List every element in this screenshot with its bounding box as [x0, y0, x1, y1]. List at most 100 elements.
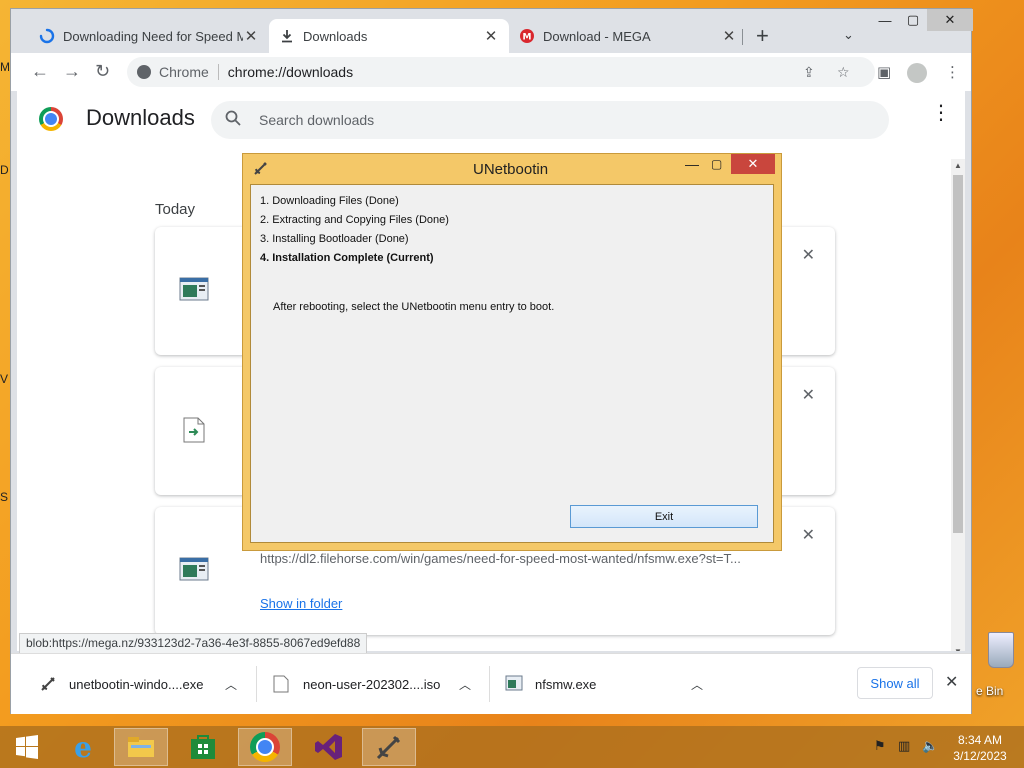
file-explorer-icon — [128, 737, 154, 757]
remove-download-close-icon[interactable]: ✕ — [802, 245, 815, 265]
tab-need-for-speed[interactable]: Downloading Need for Speed M ✕ — [29, 19, 269, 53]
mega-icon: M — [519, 28, 535, 44]
recycle-bin-icon — [988, 632, 1014, 668]
svg-text:M: M — [523, 33, 532, 43]
tab-downloads[interactable]: Downloads ✕ — [269, 19, 509, 53]
shelf-item-nfsmw[interactable]: nfsmw.exe ︿ — [505, 654, 725, 714]
downloads-header: Downloads Search downloads ⋮ — [17, 91, 965, 151]
desktop-icon-label: V — [0, 372, 9, 386]
progress-step: 3. Installing Bootloader (Done) — [260, 233, 409, 245]
page-scrollbar[interactable]: ▲ ▼ — [951, 159, 965, 651]
progress-step: 1. Downloading Files (Done) — [260, 195, 399, 207]
search-downloads-input[interactable]: Search downloads — [211, 101, 889, 139]
loading-spinner-icon — [39, 28, 55, 44]
tab-title: Downloading Need for Speed M — [63, 28, 243, 44]
scrollbar-thumb[interactable] — [953, 175, 963, 533]
shelf-item-unetbootin[interactable]: unetbootin-windo....exe ︿ — [39, 654, 239, 714]
recycle-bin-label: e Bin — [976, 684, 1004, 698]
ie-icon: e — [74, 730, 92, 764]
remove-download-close-icon[interactable]: ✕ — [802, 525, 815, 545]
browser-menu-icon[interactable]: ⋮ — [945, 63, 960, 81]
more-actions-icon[interactable]: ⋮ — [931, 103, 951, 123]
bookmark-star-icon[interactable]: ☆ — [837, 64, 850, 81]
chevron-up-icon[interactable]: ︿ — [459, 676, 471, 693]
tab-mega[interactable]: M Download - MEGA ✕ — [509, 19, 747, 53]
tab-divider — [742, 29, 743, 45]
search-icon — [225, 110, 243, 131]
taskbar-store[interactable] — [176, 728, 230, 766]
reload-icon[interactable]: ↻ — [95, 61, 110, 82]
taskbar-visual-studio[interactable] — [302, 728, 356, 766]
taskbar-ie[interactable]: e — [56, 728, 110, 766]
tab-close-icon[interactable]: ✕ — [483, 27, 499, 45]
clock-date: 3/12/2023 — [953, 749, 1007, 763]
omnibox-divider — [217, 64, 219, 80]
progress-step-current: 4. Installation Complete (Current) — [260, 252, 434, 264]
recycle-bin-desktop-icon[interactable]: e Bin — [976, 628, 1020, 698]
unetbootin-dialog: UNetbootin — ▢ ✕ 1. Downloading Files (D… — [242, 153, 782, 551]
tab-close-icon[interactable]: ✕ — [721, 27, 737, 45]
tab-strip: Downloading Need for Speed M ✕ Downloads… — [11, 9, 973, 53]
side-panel-icon[interactable]: ▣ — [877, 63, 891, 81]
unetbootin-icon — [39, 675, 57, 693]
shelf-file-name: neon-user-202302....iso — [303, 676, 441, 692]
chevron-up-icon[interactable]: ︿ — [225, 676, 237, 693]
minimize-icon[interactable]: — — [685, 156, 699, 172]
scroll-up-arrow-icon[interactable]: ▲ — [954, 161, 962, 170]
visual-studio-icon — [315, 734, 342, 760]
taskbar: e ⚑ ▥ 🔈 8:34 AM 3/12/2023 — [0, 726, 1024, 768]
taskbar-unetbootin[interactable] — [362, 728, 416, 766]
shelf-divider — [256, 666, 257, 702]
clock[interactable]: 8:34 AM 3/12/2023 — [952, 732, 1008, 764]
maximize-icon[interactable]: ▢ — [711, 157, 722, 171]
address-url: chrome://downloads — [227, 64, 354, 80]
address-bar[interactable]: Chrome chrome://downloads ⇪ ☆ — [127, 57, 875, 87]
maximize-icon[interactable]: ▢ — [899, 9, 927, 31]
close-dialog-icon[interactable]: ✕ — [731, 154, 775, 174]
tab-title: Downloads — [303, 28, 368, 44]
iso-file-icon — [273, 675, 291, 693]
close-shelf-icon[interactable]: ✕ — [945, 672, 958, 692]
close-window-icon[interactable]: ✕ — [927, 9, 973, 31]
taskbar-chrome[interactable] — [238, 728, 292, 766]
exe-file-icon — [179, 557, 209, 581]
forward-arrow-icon[interactable]: → — [63, 61, 81, 82]
remove-download-close-icon[interactable]: ✕ — [802, 385, 815, 405]
start-icon — [16, 735, 38, 759]
browser-toolbar: ← → ↻ Chrome chrome://downloads ⇪ ☆ ▣ ⋮ — [11, 53, 971, 91]
download-icon — [279, 28, 295, 44]
desktop-icon-label: D — [0, 163, 9, 177]
dialog-title: UNetbootin — [473, 161, 549, 178]
flag-icon[interactable]: ⚑ — [874, 738, 886, 754]
desktop-icon-label: S — [0, 490, 9, 504]
share-icon[interactable]: ⇪ — [803, 64, 815, 81]
taskbar-file-explorer[interactable] — [114, 728, 168, 766]
tab-title: Download - MEGA — [543, 28, 651, 44]
dialog-titlebar[interactable]: UNetbootin — ▢ ✕ — [243, 154, 781, 184]
network-icon[interactable]: ▥ — [898, 738, 910, 754]
new-tab-plus-icon[interactable]: + — [756, 23, 769, 49]
chrome-logo-icon — [39, 107, 63, 131]
desktop-icon-label: M — [0, 60, 10, 74]
back-arrow-icon[interactable]: ← — [31, 61, 49, 82]
scroll-down-arrow-icon[interactable]: ▼ — [954, 647, 962, 651]
chevron-up-icon[interactable]: ︿ — [691, 676, 703, 693]
unetbootin-icon — [376, 735, 401, 760]
tab-close-icon[interactable]: ✕ — [243, 27, 259, 45]
search-placeholder: Search downloads — [259, 112, 375, 128]
exit-button[interactable]: Exit — [570, 505, 758, 528]
minimize-icon[interactable]: — — [871, 9, 899, 31]
tab-search-chevron-icon[interactable]: ⌄ — [843, 27, 854, 43]
start-button[interactable] — [0, 728, 54, 766]
shelf-divider — [489, 666, 490, 702]
volume-icon[interactable]: 🔈 — [922, 738, 938, 754]
shelf-file-name: unetbootin-windo....exe — [69, 676, 204, 692]
shelf-item-neon-iso[interactable]: neon-user-202302....iso ︿ — [273, 654, 483, 714]
exe-file-icon — [505, 675, 523, 693]
show-in-folder-link[interactable]: Show in folder — [260, 596, 342, 611]
profile-avatar-icon[interactable] — [907, 63, 927, 87]
iso-file-icon — [183, 417, 213, 443]
show-all-button[interactable]: Show all — [857, 667, 933, 699]
shelf-file-name: nfsmw.exe — [535, 676, 597, 692]
date-section-label: Today — [155, 201, 196, 218]
